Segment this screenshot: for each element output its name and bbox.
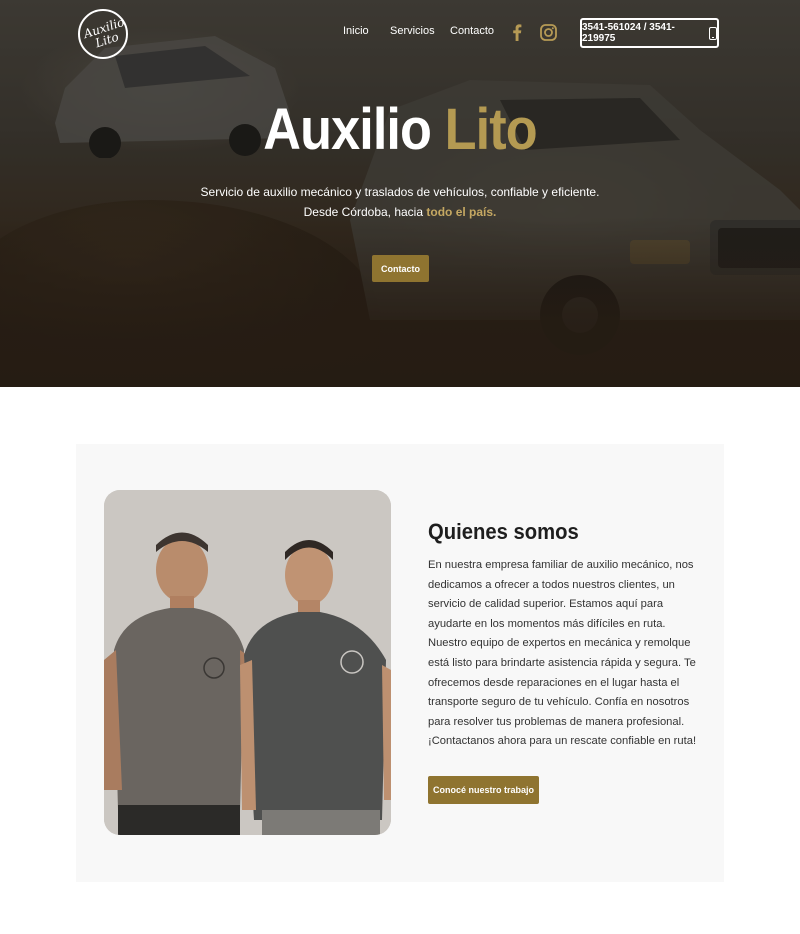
hero-subtitle-line1: Servicio de auxilio mecánico y traslados…	[200, 185, 600, 199]
hero-subtitle-accent: todo el país.	[426, 205, 497, 219]
hero-section: Auxilio Lito Inicio Servicios Contacto 3…	[0, 0, 800, 387]
hero-title: Auxilio Lito	[40, 96, 760, 163]
hero-contact-button[interactable]: Contacto	[372, 255, 429, 282]
phone-button[interactable]: 3541-561024 / 3541-219975	[580, 18, 719, 48]
about-title: Quienes somos	[428, 519, 579, 544]
phone-icon	[709, 26, 717, 40]
about-section: Quienes somos En nuestra empresa familia…	[76, 444, 724, 882]
hero-title-accent: Lito	[444, 97, 538, 162]
team-photo	[104, 490, 391, 835]
about-text: En nuestra empresa familiar de auxilio m…	[428, 556, 706, 752]
our-work-button[interactable]: Conocé nuestro trabajo	[428, 776, 539, 804]
facebook-icon[interactable]	[512, 24, 522, 41]
brand-logo[interactable]: Auxilio Lito	[78, 9, 128, 59]
about-cta-text: ¡Contactanos ahora para un rescate confi…	[428, 735, 697, 748]
hero-subtitle: Servicio de auxilio mecánico y traslados…	[0, 182, 800, 222]
nav-inicio[interactable]: Inicio	[343, 25, 369, 37]
hero-subtitle-prefix: Desde Córdoba, hacia	[303, 205, 424, 219]
nav-contacto[interactable]: Contacto	[450, 25, 494, 37]
hero-subtitle-line2: Desde Córdoba, hacia todo el país.	[0, 202, 800, 222]
team-photo-illustration	[104, 490, 391, 835]
about-paragraph: En nuestra empresa familiar de auxilio m…	[428, 559, 696, 728]
nav-servicios[interactable]: Servicios	[390, 25, 435, 37]
instagram-icon[interactable]	[540, 24, 557, 41]
phone-numbers: 3541-561024 / 3541-219975	[582, 22, 675, 44]
hero-title-main: Auxilio	[263, 97, 432, 162]
